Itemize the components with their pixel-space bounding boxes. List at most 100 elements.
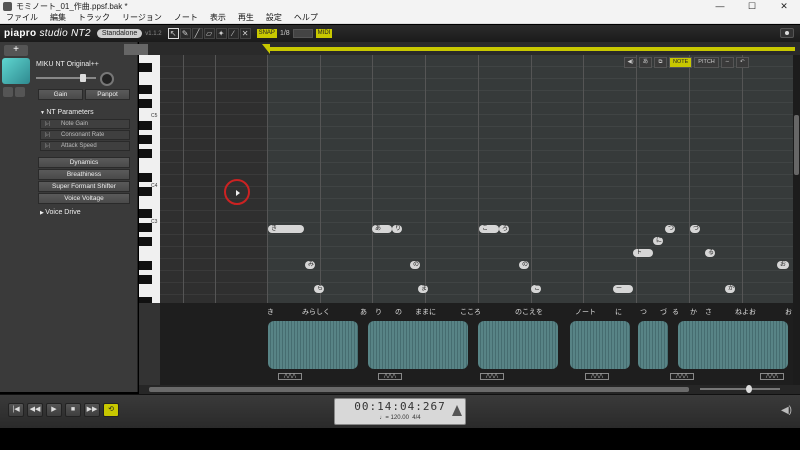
hscroll-thumb[interactable] xyxy=(149,387,689,392)
solo-icon[interactable] xyxy=(15,87,25,97)
snap-toggle[interactable]: SNAP xyxy=(256,29,277,38)
tempo-readout[interactable]: ♩= 120.00 4/4 xyxy=(335,414,465,422)
note[interactable]: り xyxy=(392,225,402,233)
scissors-icon[interactable]: ✕ xyxy=(239,28,251,39)
ruler-toggle[interactable] xyxy=(124,44,148,55)
waveform-segment[interactable] xyxy=(478,321,558,369)
pitch-mode-button[interactable]: PITCH xyxy=(694,57,719,68)
note[interactable]: み xyxy=(305,261,315,269)
curve-icon[interactable]: ∼ xyxy=(720,57,734,68)
fast-forward-button[interactable]: ▶▶ xyxy=(84,403,100,417)
link-icon[interactable]: ⧉ xyxy=(654,57,667,68)
consonant-rate-param[interactable]: Consonant Rate xyxy=(40,130,130,140)
phrase-marker[interactable]: ⋀⋀⋀ xyxy=(670,373,694,380)
lyric-text[interactable]: か xyxy=(690,307,697,317)
waveform-segment[interactable] xyxy=(678,321,788,369)
waveform-segment[interactable] xyxy=(570,321,630,369)
add-track-button[interactable]: + xyxy=(4,45,28,56)
note[interactable]: ら xyxy=(314,285,324,293)
lyric-text[interactable]: のこえを xyxy=(515,307,543,317)
minimize-button[interactable]: — xyxy=(704,0,736,12)
menu-view[interactable]: 表示 xyxy=(204,12,232,23)
volume-icon[interactable]: ◀) xyxy=(781,405,792,416)
note[interactable]: こ xyxy=(531,285,541,293)
menu-track[interactable]: トラック xyxy=(72,12,116,23)
lyric-text[interactable]: みらしく xyxy=(302,307,330,317)
black-key[interactable] xyxy=(139,135,152,144)
lyric-text[interactable]: ままに xyxy=(415,307,436,317)
knife-icon[interactable]: ∕ xyxy=(227,28,239,39)
snap-value[interactable]: 1/8 xyxy=(280,30,290,37)
record-button[interactable] xyxy=(780,28,794,38)
loop-range-bar[interactable] xyxy=(268,47,795,51)
attack-speed-param[interactable]: Attack Speed xyxy=(40,141,130,151)
note[interactable]: か xyxy=(725,285,735,293)
piano-roll[interactable]: きみらしくありのままにこころのこえをノートにつづるかさねおお xyxy=(160,55,793,303)
waveform-lane[interactable]: き みらしく あり の ままに こころ のこえを ノート に つ づる かさ ねよお お ⋀⋀⋀ ⋀⋀⋀ ⋀⋀… xyxy=(160,303,793,385)
note-region[interactable] xyxy=(267,55,793,303)
lyric-text[interactable]: づ xyxy=(660,307,667,317)
black-key[interactable] xyxy=(139,173,152,182)
lyric-text[interactable]: る xyxy=(672,307,679,317)
menu-help[interactable]: ヘルプ xyxy=(288,12,324,23)
note[interactable]: き xyxy=(268,225,304,233)
close-button[interactable]: ✕ xyxy=(768,0,800,12)
rewind-button[interactable]: ◀◀ xyxy=(27,403,43,417)
note[interactable]: る xyxy=(705,249,715,257)
lyric-text[interactable]: り xyxy=(375,307,382,317)
phrase-marker[interactable]: ⋀⋀⋀ xyxy=(278,373,302,380)
menu-file[interactable]: ファイル xyxy=(0,12,44,23)
note[interactable]: こ xyxy=(479,225,499,233)
menu-play[interactable]: 再生 xyxy=(232,12,260,23)
phrase-marker[interactable]: ⋀⋀⋀ xyxy=(480,373,504,380)
volume-slider[interactable] xyxy=(36,74,96,82)
phrase-marker[interactable]: ⋀⋀⋀ xyxy=(585,373,609,380)
note[interactable]: の xyxy=(410,261,420,269)
black-key[interactable] xyxy=(139,261,152,270)
waveform-segment[interactable] xyxy=(268,321,358,369)
phrase-marker[interactable]: ⋀⋀⋀ xyxy=(760,373,784,380)
midi-toggle[interactable]: MIDI xyxy=(315,29,333,38)
menu-settings[interactable]: 設定 xyxy=(260,12,288,23)
note-gain-param[interactable]: Note Gain xyxy=(40,119,130,129)
brush-icon[interactable]: ✦ xyxy=(215,28,227,39)
note[interactable]: あ xyxy=(372,225,392,233)
waveform-segment[interactable] xyxy=(638,321,668,369)
speaker-icon[interactable]: ◀) xyxy=(624,57,637,68)
black-key[interactable] xyxy=(139,121,152,130)
super-formant-button[interactable]: Super Formant Shifter xyxy=(38,181,130,192)
vertical-scrollbar[interactable] xyxy=(793,55,800,385)
menu-edit[interactable]: 編集 xyxy=(44,12,72,23)
black-key[interactable] xyxy=(139,63,152,72)
black-key[interactable] xyxy=(139,275,152,284)
maximize-button[interactable]: ☐ xyxy=(736,0,768,12)
loop-button[interactable]: ⟲ xyxy=(103,403,119,417)
panpot-button[interactable]: Panpot xyxy=(85,89,130,100)
eraser-icon[interactable]: ▱ xyxy=(203,28,215,39)
lyric-text[interactable]: に xyxy=(615,307,622,317)
mute-icon[interactable] xyxy=(3,87,13,97)
scroll-thumb[interactable] xyxy=(794,115,799,175)
phrase-marker[interactable]: ⋀⋀⋀ xyxy=(378,373,402,380)
note[interactable]: お xyxy=(777,261,789,269)
menu-region[interactable]: リージョン xyxy=(116,12,168,23)
lyric-text[interactable]: さ xyxy=(705,307,712,317)
lyric-icon[interactable]: あ xyxy=(639,57,652,68)
go-to-start-button[interactable]: |◀ xyxy=(8,403,24,417)
lyric-text[interactable]: あ xyxy=(360,307,367,317)
black-key[interactable] xyxy=(139,237,152,246)
lyric-text[interactable]: つ xyxy=(640,307,647,317)
zoom-slider[interactable] xyxy=(700,385,780,393)
note[interactable]: の xyxy=(519,261,529,269)
note[interactable]: ま xyxy=(418,285,428,293)
note[interactable]: づ xyxy=(690,225,700,233)
note[interactable]: ー xyxy=(613,285,633,293)
stop-button[interactable]: ■ xyxy=(65,403,81,417)
note[interactable]: ト xyxy=(633,249,653,257)
note[interactable]: つ xyxy=(665,225,675,233)
note-mode-button[interactable]: NOTE xyxy=(669,57,693,68)
metronome-icon[interactable] xyxy=(452,405,462,416)
gain-button[interactable]: Gain xyxy=(38,89,83,100)
dynamics-button[interactable]: Dynamics xyxy=(38,157,130,168)
nt-parameters-header[interactable]: NT Parameters xyxy=(40,109,93,116)
